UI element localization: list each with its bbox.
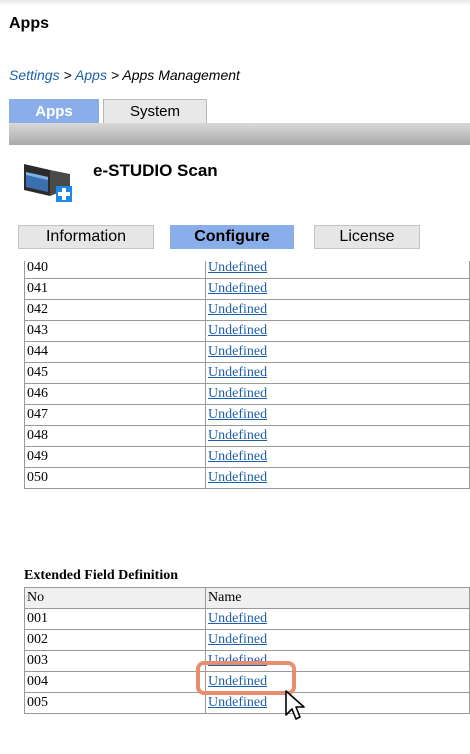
table-row: 044 Undefined [24,341,470,363]
field-name-link[interactable]: Undefined [208,632,267,647]
field-name-link[interactable]: Undefined [208,260,267,275]
field-name-link[interactable]: Undefined [208,611,267,626]
row-name-cell: Undefined [205,320,470,342]
scroll-clip [0,253,470,261]
breadcrumb-separator: > [59,67,76,83]
table-row: 041 Undefined [24,278,470,300]
field-name-link[interactable]: Undefined [208,695,267,710]
table-row: 005 Undefined [24,692,470,714]
field-name-link[interactable]: Undefined [208,281,267,296]
row-name-cell: Undefined [205,299,470,321]
table-row: 042 Undefined [24,299,470,321]
tab-apps[interactable]: Apps [9,99,99,124]
row-no: 048 [24,425,206,447]
row-no: 002 [24,629,206,651]
highlight-box [196,661,296,695]
row-no: 046 [24,383,206,405]
row-no: 049 [24,446,206,468]
tab-configure[interactable]: Configure [170,225,294,249]
row-name-cell: Undefined [205,446,470,468]
field-name-link[interactable]: Undefined [208,407,267,422]
column-header-no: No [24,587,206,609]
table-row: 001 Undefined [24,608,470,630]
table-row: 049 Undefined [24,446,470,468]
field-name-link[interactable]: Undefined [208,302,267,317]
row-name-cell: Undefined [205,467,470,489]
tab-system[interactable]: System [103,99,207,124]
table-row: 043 Undefined [24,320,470,342]
field-definition-table: 040 Undefined 041 Undefined 042 Undefined 0… [24,257,470,489]
row-no: 041 [24,278,206,300]
table-row: 002 Undefined [24,629,470,651]
tab-information[interactable]: Information [18,225,154,249]
table-row: 046 Undefined [24,383,470,405]
row-no: 005 [24,692,206,714]
breadcrumb: Settings > Apps > Apps Management [9,67,240,83]
row-no: 044 [24,341,206,363]
row-name-cell: Undefined [205,362,470,384]
row-no: 042 [24,299,206,321]
row-no: 001 [24,608,206,630]
row-no: 045 [24,362,206,384]
table-row: 050 Undefined [24,467,470,489]
field-name-link[interactable]: Undefined [208,428,267,443]
breadcrumb-settings-link[interactable]: Settings [9,67,60,83]
section-title: Extended Field Definition [24,568,179,583]
row-no: 047 [24,404,206,426]
row-name-cell: Undefined [205,278,470,300]
row-no: 050 [24,467,206,489]
row-name-cell: Undefined [205,383,470,405]
page-title: Apps [9,15,49,32]
table-row: 048 Undefined [24,425,470,447]
field-name-link[interactable]: Undefined [208,386,267,401]
scanner-icon [20,158,74,204]
tab-license[interactable]: License [314,225,420,249]
field-name-link[interactable]: Undefined [208,365,267,380]
field-name-link[interactable]: Undefined [208,470,267,485]
row-name-cell: Undefined [205,692,470,714]
mouse-pointer-icon [285,690,305,720]
breadcrumb-apps-link[interactable]: Apps [75,67,107,83]
row-name-cell: Undefined [205,629,470,651]
field-name-link[interactable]: Undefined [208,323,267,338]
column-header-name: Name [205,587,470,609]
row-no: 003 [24,650,206,672]
header-bar [0,0,470,6]
row-no: 043 [24,320,206,342]
row-name-cell: Undefined [205,404,470,426]
breadcrumb-current: Apps Management [122,67,240,83]
row-name-cell: Undefined [205,608,470,630]
field-name-link[interactable]: Undefined [208,449,267,464]
row-name-cell: Undefined [205,341,470,363]
table-row: 047 Undefined [24,404,470,426]
header: Apps [0,0,470,54]
tab-strip [9,123,470,145]
field-name-link[interactable]: Undefined [208,344,267,359]
table-header-row: No Name [24,587,470,609]
table-row: 045 Undefined [24,362,470,384]
row-name-cell: Undefined [205,425,470,447]
app-name: e-STUDIO Scan [93,161,218,180]
breadcrumb-separator: > [106,67,123,83]
row-no: 004 [24,671,206,693]
